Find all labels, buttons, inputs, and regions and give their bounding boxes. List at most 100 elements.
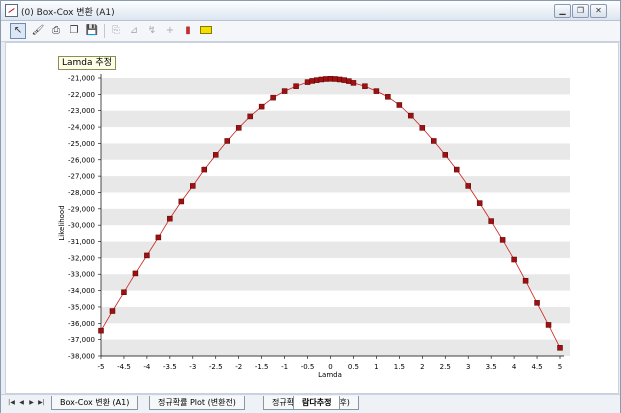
tab-normal-plot-before[interactable]: 정규확률 Plot (변환전) [149, 396, 245, 410]
close-button[interactable]: ✕ [590, 4, 607, 18]
data-point[interactable] [332, 76, 338, 82]
disabled-icon-2: ⊿ [129, 25, 139, 36]
x-tick-label: -2.5 [209, 363, 223, 371]
data-point[interactable] [453, 166, 460, 173]
data-point[interactable] [408, 112, 414, 119]
first-sheet-button[interactable]: |◀ [7, 398, 16, 408]
data-point[interactable] [213, 152, 219, 158]
data-point[interactable] [511, 256, 517, 263]
disabled-icon-4: + [165, 25, 175, 36]
data-point[interactable] [258, 103, 265, 110]
data-point[interactable] [327, 76, 334, 82]
print-icon[interactable]: ⎙ [49, 24, 63, 38]
disabled-icon-3: ↯ [147, 25, 157, 36]
copy-icon[interactable]: ❐ [67, 24, 81, 38]
data-point[interactable] [247, 113, 253, 120]
data-point[interactable] [362, 83, 368, 89]
data-point[interactable] [336, 76, 343, 83]
data-point[interactable] [304, 79, 311, 85]
data-point[interactable] [488, 218, 494, 224]
y-tick-label: -36,000 [68, 320, 95, 328]
data-point[interactable] [178, 198, 185, 205]
x-tick-label: -2 [235, 363, 242, 371]
data-point[interactable] [293, 83, 299, 89]
y-tick-label: -28,000 [68, 189, 95, 197]
data-point[interactable] [545, 322, 552, 328]
prev-sheet-button[interactable]: ◀ [17, 398, 26, 408]
y-tick-label: -26,000 [68, 156, 95, 164]
data-point[interactable] [534, 300, 540, 306]
data-point[interactable] [270, 94, 276, 101]
toolbar-separator [104, 24, 105, 38]
pointer-icon[interactable]: ↖ [10, 23, 26, 39]
paint-icon[interactable]: 🖌 [31, 24, 45, 38]
data-point[interactable] [190, 183, 196, 189]
data-point[interactable] [201, 166, 208, 173]
chart-area: Lamda 추정 -21,000 -22,000 -23,000 -24,000 -25… [5, 42, 619, 394]
highlight-icon[interactable] [199, 24, 213, 38]
minimize-button[interactable]: ▁ [554, 4, 571, 18]
data-point[interactable] [318, 76, 325, 83]
y-tick-label: -25,000 [68, 140, 95, 148]
data-point[interactable] [350, 80, 357, 86]
window-title: (0) Box-Cox 변환 (A1) [21, 8, 115, 18]
tab-box-cox[interactable]: Box-Cox 변환 (A1) [51, 396, 139, 410]
data-point[interactable] [109, 308, 116, 314]
data-point[interactable] [323, 76, 329, 82]
data-point[interactable] [431, 138, 437, 144]
data-point[interactable] [419, 125, 426, 131]
data-point[interactable] [385, 94, 391, 100]
data-point[interactable] [373, 88, 380, 94]
y-tick-label: -29,000 [68, 205, 95, 213]
restore-button[interactable]: ❐ [572, 4, 589, 18]
y-tick-label: -34,000 [68, 287, 95, 295]
data-point[interactable] [313, 77, 320, 83]
data-point[interactable] [396, 102, 403, 108]
data-point[interactable] [309, 78, 315, 84]
last-sheet-button[interactable]: ▶| [37, 398, 46, 408]
data-point[interactable] [281, 88, 288, 94]
data-point[interactable] [499, 237, 506, 243]
x-tick-label: 0.5 [348, 363, 359, 371]
box-cox-window: (0) Box-Cox 변환 (A1) ▁ ❐ ✕ ↖ 🖌 ⎙ ❐ 💾 ⎘ ⊿ … [0, 0, 621, 413]
x-tick-label: 0 [328, 363, 332, 371]
x-tick-label: -5 [98, 363, 105, 371]
data-point[interactable] [98, 327, 104, 334]
data-point[interactable] [442, 152, 448, 158]
data-point[interactable] [346, 78, 352, 84]
data-point[interactable] [557, 345, 563, 351]
data-point[interactable] [224, 138, 230, 144]
x-tick-label: 3 [466, 363, 470, 371]
data-point[interactable] [235, 125, 242, 131]
marker-icon[interactable]: ▮ [181, 24, 195, 38]
x-tick-label: 2.5 [440, 363, 451, 371]
data-point[interactable] [144, 252, 150, 259]
grid-band [101, 110, 570, 128]
data-point[interactable] [155, 234, 162, 241]
next-sheet-button[interactable]: ▶ [27, 398, 36, 408]
x-tick-label: -3.5 [163, 363, 177, 371]
data-point[interactable] [465, 183, 471, 189]
data-point[interactable] [476, 200, 483, 206]
title-bar[interactable]: (0) Box-Cox 변환 (A1) ▁ ❐ ✕ [1, 1, 620, 21]
grid-band [101, 241, 570, 258]
y-axis-label: Likelihood [58, 205, 66, 240]
data-point[interactable] [341, 77, 348, 83]
y-tick-label: -22,000 [68, 91, 95, 99]
data-point[interactable] [121, 289, 127, 295]
x-tick-label: 1 [374, 363, 378, 371]
x-tick-label: 4.5 [531, 363, 542, 371]
x-tick-label: -0.5 [301, 363, 315, 371]
x-tick-label: -1.5 [255, 363, 269, 371]
data-point[interactable] [167, 215, 173, 222]
data-point[interactable] [132, 270, 139, 277]
x-tick-label: -3 [189, 363, 196, 371]
likelihood-chart: -21,000 -22,000 -23,000 -24,000 -25,000 -26,0… [58, 74, 570, 379]
x-tick-label: 4 [512, 363, 517, 371]
tab-lambda-estimate[interactable]: 람다추정 [293, 396, 341, 410]
save-icon[interactable]: 💾 [85, 24, 99, 38]
x-tick-label: 3.5 [486, 363, 497, 371]
data-point[interactable] [522, 278, 529, 284]
y-tick-label: -38,000 [68, 353, 95, 361]
y-tick-label: -35,000 [68, 303, 95, 311]
